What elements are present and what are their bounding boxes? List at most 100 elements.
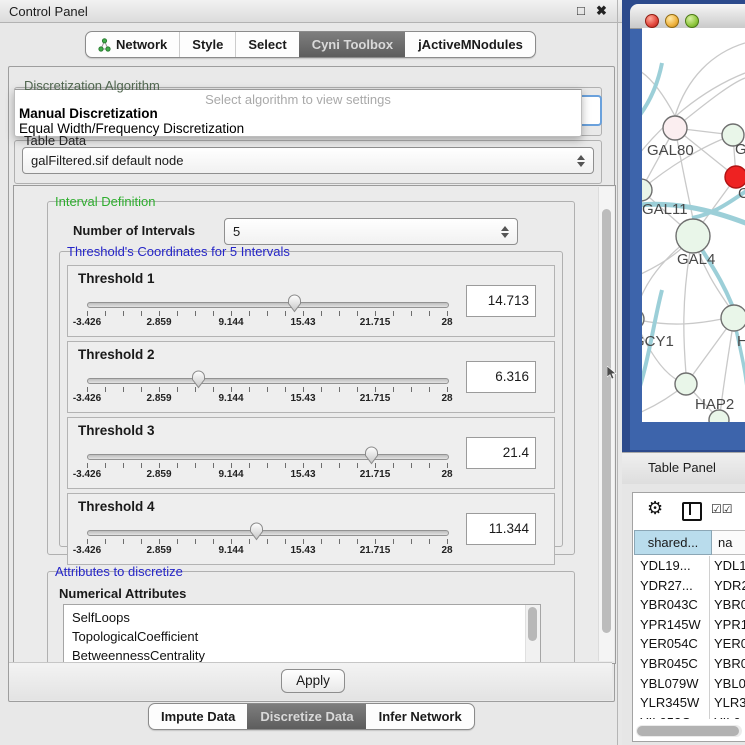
- threshold-value-field[interactable]: 14.713: [466, 285, 536, 317]
- slider-tick-labels: -3.4262.8599.14415.4321.71528: [87, 545, 447, 557]
- thresholds-legend: Threshold's Coordinates for 5 Intervals: [65, 244, 292, 259]
- threshold-value-field[interactable]: 6.316: [466, 361, 536, 393]
- network-canvas[interactable]: GAL80 GA C GAL11 GAL4 GCY1 H HAP2: [642, 28, 745, 422]
- node-label: H: [737, 333, 745, 350]
- tick-label: 2.859: [146, 393, 171, 404]
- threshold-1-panel: Threshold 1-3.4262.8599.14415.4321.71528…: [67, 265, 555, 337]
- tab-network[interactable]: Network: [86, 32, 179, 57]
- slider-tick-labels: -3.4262.8599.14415.4321.71528: [87, 469, 447, 481]
- network-node[interactable]: [663, 116, 687, 140]
- attribute-list-item[interactable]: SelfLoops: [64, 608, 540, 627]
- numerical-attributes-list[interactable]: SelfLoopsTopologicalCoefficientBetweenne…: [63, 604, 541, 664]
- table-toolbar: ⚙ ☑☑: [633, 493, 745, 529]
- threshold-value-field[interactable]: 11.344: [466, 513, 536, 545]
- tab-label: Discretize Data: [260, 709, 353, 724]
- column-header-shared-name[interactable]: shared...: [634, 530, 712, 555]
- cell-shared-name: YPR145W: [634, 615, 710, 635]
- threshold-3-panel: Threshold 3-3.4262.8599.14415.4321.71528…: [67, 417, 555, 489]
- algorithm-group-legend: Discretization Algorithm: [22, 78, 162, 93]
- table-panel-titlebar: Table Panel: [622, 452, 745, 485]
- tab-infer-network[interactable]: Infer Network: [366, 704, 474, 729]
- scrollbar-thumb[interactable]: [602, 209, 611, 633]
- popup-option-manual-discretization[interactable]: Manual Discretization: [19, 106, 158, 121]
- threshold-slider-track[interactable]: [87, 454, 449, 460]
- table-data-combobox-value: galFiltered.sif default node: [31, 153, 183, 168]
- table-row[interactable]: YBL079WYBL0: [634, 674, 745, 694]
- tick-label: 2.859: [146, 317, 171, 328]
- scrollbar-thumb[interactable]: [528, 607, 537, 641]
- cell-shared-name: YDL19...: [634, 556, 710, 576]
- float-window-icon[interactable]: □: [577, 3, 585, 18]
- bottom-tab-bar: Impute Data Discretize Data Infer Network: [148, 703, 475, 730]
- network-node[interactable]: [676, 219, 710, 253]
- tick-label: 28: [441, 317, 452, 328]
- tick-label: 15.43: [290, 545, 315, 556]
- attributes-legend: Attributes to discretize: [53, 564, 185, 579]
- tab-cyni-toolbox[interactable]: Cyni Toolbox: [299, 32, 405, 57]
- cell-name: YER0: [710, 634, 745, 654]
- interval-definition-legend: Interval Definition: [53, 194, 157, 209]
- tab-label: jActiveMNodules: [418, 37, 523, 52]
- threshold-slider-track[interactable]: [87, 302, 449, 308]
- node-label: GAL4: [677, 251, 715, 268]
- threshold-slider-handle[interactable]: [248, 520, 265, 541]
- scrollbar-thumb[interactable]: [637, 726, 739, 736]
- tick-label: 9.144: [218, 317, 243, 328]
- tab-discretize-data[interactable]: Discretize Data: [247, 704, 365, 729]
- close-traffic-light[interactable]: [645, 14, 659, 28]
- table-row[interactable]: YBR043CYBR0: [634, 595, 745, 615]
- tab-style[interactable]: Style: [179, 32, 235, 57]
- threshold-slider-handle[interactable]: [286, 292, 303, 313]
- cell-name: YIL0: [710, 713, 745, 719]
- number-of-intervals-combobox[interactable]: 5: [224, 218, 518, 245]
- tab-select[interactable]: Select: [235, 32, 298, 57]
- node-label: GAL11: [642, 201, 688, 218]
- tick-label: 2.859: [146, 545, 171, 556]
- threshold-slider-track[interactable]: [87, 530, 449, 536]
- cell-shared-name: YBR045C: [634, 654, 710, 674]
- tick-label: 28: [441, 545, 452, 556]
- table-row[interactable]: YBR045CYBR0: [634, 654, 745, 674]
- close-window-icon[interactable]: ✖: [596, 3, 607, 19]
- number-of-intervals-label: Number of Intervals: [73, 223, 195, 238]
- attribute-list-item[interactable]: TopologicalCoefficient: [64, 627, 540, 646]
- network-node[interactable]: [675, 373, 697, 395]
- network-node[interactable]: [642, 309, 644, 329]
- column-header-name[interactable]: na: [712, 530, 745, 555]
- threshold-slider-handle[interactable]: [363, 444, 380, 465]
- gear-icon[interactable]: ⚙: [647, 498, 663, 519]
- network-icon: [98, 38, 111, 52]
- apply-button[interactable]: Apply: [281, 669, 345, 693]
- threshold-slider-track[interactable]: [87, 378, 449, 384]
- attributes-list-scrollbar[interactable]: [525, 605, 540, 664]
- cell-shared-name: YER054C: [634, 634, 710, 654]
- threshold-slider-handle[interactable]: [190, 368, 207, 389]
- threshold-label: Threshold 2: [78, 347, 155, 362]
- node-label: GA: [735, 141, 745, 158]
- table-data-combobox[interactable]: galFiltered.sif default node: [22, 147, 594, 174]
- column-view-icon[interactable]: [682, 502, 702, 521]
- zoom-traffic-light[interactable]: [685, 14, 699, 28]
- table-horizontal-scrollbar[interactable]: [636, 725, 742, 737]
- tab-impute-data[interactable]: Impute Data: [149, 704, 247, 729]
- table-row[interactable]: YLR345WYLR3: [634, 693, 745, 713]
- panel-vertical-scrollbar[interactable]: [598, 187, 614, 661]
- slider-tick-labels: -3.4262.8599.14415.4321.71528: [87, 393, 447, 405]
- network-node[interactable]: [721, 305, 745, 331]
- tick-label: 9.144: [218, 545, 243, 556]
- tab-jactivemnodules[interactable]: jActiveMNodules: [405, 32, 535, 57]
- table-data-legend: Table Data: [22, 133, 88, 148]
- select-columns-icon[interactable]: ☑☑: [711, 502, 733, 516]
- threshold-value-field[interactable]: 21.4: [466, 437, 536, 469]
- tick-label: 21.715: [360, 545, 391, 556]
- minimize-traffic-light[interactable]: [665, 14, 679, 28]
- cell-shared-name: YBL079W: [634, 674, 710, 694]
- table-row[interactable]: YPR145WYPR1: [634, 615, 745, 635]
- table-row[interactable]: YDL19...YDL1: [634, 556, 745, 576]
- thresholds-container: Threshold 1-3.4262.8599.14415.4321.71528…: [67, 265, 555, 569]
- table-header-row: shared... na: [634, 530, 745, 555]
- table-row[interactable]: YDR27...YDR2: [634, 576, 745, 596]
- table-row[interactable]: YER054CYER0: [634, 634, 745, 654]
- table-row[interactable]: YIL052CYIL0: [634, 713, 745, 719]
- tick-label: 21.715: [360, 469, 391, 480]
